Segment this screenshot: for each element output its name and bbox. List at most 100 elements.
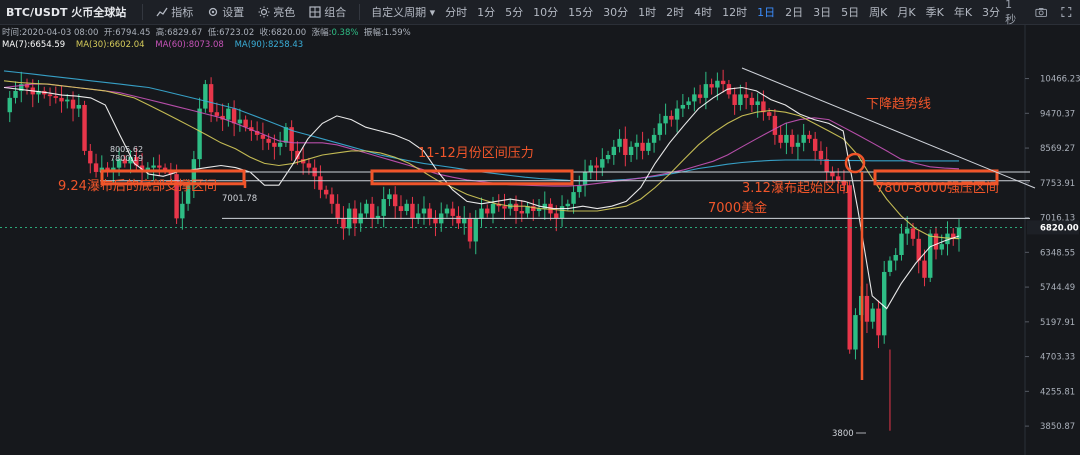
y-tick-label: 3850.87 — [1040, 422, 1075, 432]
candle-body — [853, 315, 858, 350]
candle-body — [243, 119, 248, 128]
candle-body — [577, 185, 582, 193]
candle-body — [277, 142, 283, 147]
candle-body — [778, 134, 783, 143]
candle-body — [882, 271, 887, 336]
ma90-line — [3, 70, 959, 182]
annotation-downtrend: 下降趋势线 — [866, 96, 931, 112]
candle-body — [715, 80, 720, 88]
candle-body — [801, 134, 806, 143]
candle-body — [513, 203, 519, 212]
candle-body — [329, 194, 335, 204]
candle-body — [939, 244, 944, 250]
candle-body — [88, 150, 93, 164]
y-tick-label: 7753.91 — [1040, 179, 1075, 189]
candle-body — [341, 218, 346, 229]
candle-body — [473, 218, 478, 242]
candle-body — [433, 218, 438, 224]
candle-body — [369, 203, 375, 219]
candle-body — [502, 206, 507, 209]
candle-body — [93, 163, 99, 172]
candle-body — [157, 165, 162, 168]
candle-body — [646, 142, 651, 151]
candle-body — [674, 108, 680, 120]
current-price-label: 6820.00 — [1040, 223, 1079, 233]
candle-body — [565, 203, 570, 207]
y-tick-label: 10466.23 — [1040, 75, 1080, 85]
candle-body — [640, 142, 645, 151]
candle-body — [887, 260, 893, 272]
candle-body — [588, 165, 594, 172]
candle-body — [876, 308, 881, 336]
candle-body — [697, 94, 703, 98]
low-label: 3800 — [832, 429, 854, 439]
candle-body — [450, 208, 455, 216]
candle-body — [600, 159, 605, 168]
candle-body — [180, 203, 185, 219]
candle-body — [789, 134, 795, 147]
candle-body — [559, 206, 565, 219]
candle-body — [272, 142, 277, 147]
candle-body — [479, 208, 484, 219]
candle-body — [663, 115, 668, 124]
candle-body — [335, 203, 340, 219]
candle-body — [611, 146, 617, 155]
candle-body — [7, 97, 12, 113]
candle-body — [306, 163, 312, 168]
candle-body — [905, 228, 910, 234]
annotation-breakdown-start: 3.12瀑布起始区间 — [742, 181, 849, 196]
candle-body — [65, 99, 70, 102]
candle-body — [398, 206, 404, 212]
candle-body — [605, 154, 611, 160]
candle-body — [933, 233, 939, 250]
y-tick-label: 4703.33 — [1040, 353, 1075, 363]
candle-body — [70, 99, 76, 109]
candle-body — [226, 108, 231, 120]
candle-body — [669, 115, 674, 120]
candle-body — [617, 138, 622, 147]
candle-body — [151, 165, 156, 168]
candle-body — [709, 84, 714, 88]
candle-body — [47, 94, 53, 97]
candle-body — [283, 127, 289, 143]
candle-body — [928, 233, 933, 278]
candle-body — [231, 108, 237, 124]
candle-body — [427, 208, 432, 219]
high-label: 8005.62 — [110, 145, 143, 154]
candle-body — [738, 94, 743, 105]
candle-body — [519, 211, 524, 214]
candle-body — [82, 104, 87, 151]
candlestick-chart[interactable]: 10466.239470.378569.277753.917016.136348… — [0, 0, 1080, 455]
candle-body — [318, 176, 323, 190]
candle-body — [393, 194, 398, 207]
candle-body — [784, 134, 789, 143]
candle-body — [743, 94, 749, 98]
candle-body — [795, 142, 801, 147]
candle-body — [485, 208, 490, 214]
candle-body — [732, 94, 737, 105]
candle-body — [818, 150, 824, 160]
low-label: 7001.78 — [222, 194, 257, 204]
pressure-zone-box — [370, 169, 574, 186]
annotation-support-zone: 9.24瀑布后的底部支撑区间 — [58, 178, 217, 194]
candle-body — [387, 194, 392, 200]
candle-body — [628, 146, 634, 155]
candle-body — [323, 189, 329, 195]
candle-body — [208, 84, 214, 113]
candle-body — [364, 203, 369, 214]
candle-body — [870, 308, 875, 322]
candle-body — [651, 134, 657, 143]
candle-body — [59, 97, 64, 102]
candle-body — [893, 254, 898, 261]
candle-body — [812, 138, 818, 151]
annotation-7000: 7000美金 — [708, 200, 767, 216]
candle-body — [703, 84, 709, 98]
candle-body — [582, 171, 588, 186]
candle-body — [421, 208, 427, 214]
candle-body — [864, 295, 870, 322]
candle-body — [416, 213, 421, 219]
candle-body — [554, 213, 559, 219]
candle-body — [755, 101, 760, 105]
annotation-strong-resistance: 7800-8000强压区间 — [876, 181, 999, 196]
candle-body — [824, 159, 829, 172]
